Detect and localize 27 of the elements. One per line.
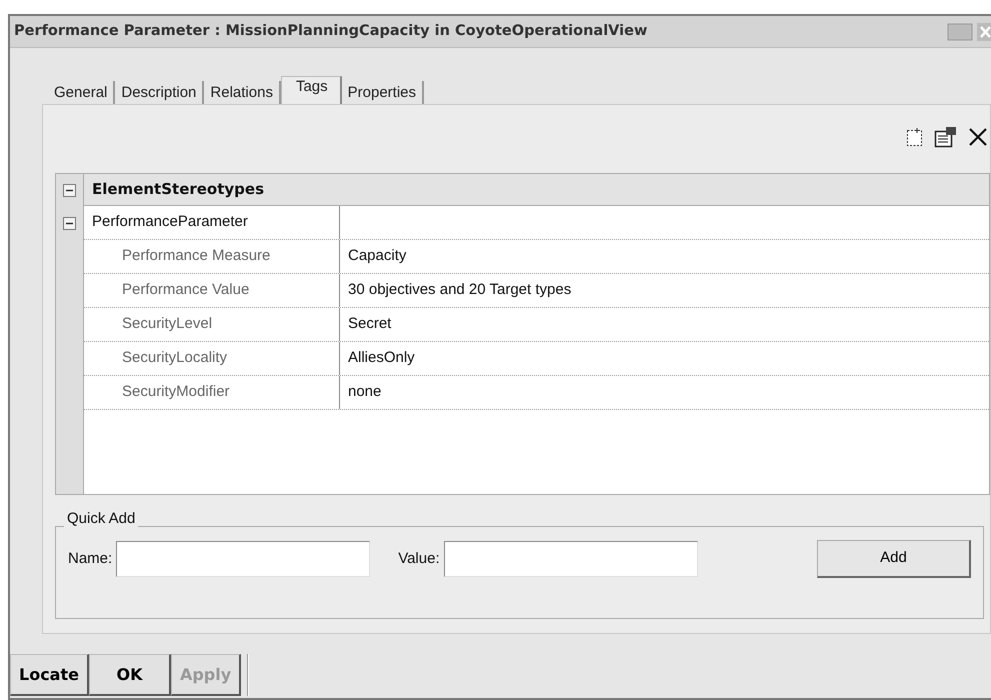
property-name: SecurityLevel [84, 308, 340, 341]
group-label: Quick Add [66, 511, 136, 526]
property-name: SecurityLocality [84, 342, 340, 375]
property-name: Performance Value [84, 274, 340, 307]
tab[interactable]: Tags [280, 76, 342, 104]
property-value[interactable]: 30 objectives and 20 Target types [340, 274, 989, 307]
footer-button[interactable]: Locate [10, 654, 89, 696]
group-name: PerformanceParameter [84, 206, 340, 239]
property-name: SecurityModifier [84, 376, 340, 409]
window-title: Performance Parameter : MissionPlanningCapacity in CoyoteOperationalView [14, 22, 648, 41]
collapse-icon[interactable] [63, 216, 76, 230]
category-header: ElementStereotypes [84, 174, 989, 206]
property-name: Performance Measure [84, 240, 340, 273]
value-field[interactable] [444, 541, 698, 577]
footer-button[interactable]: OK [88, 654, 171, 696]
properties-icon[interactable] [934, 126, 958, 148]
new-tag-icon[interactable] [906, 127, 924, 147]
collapse-icon[interactable] [63, 184, 76, 196]
property-value[interactable]: AlliesOnly [340, 342, 989, 375]
add-button[interactable]: Add [817, 540, 971, 578]
property-value[interactable]: Capacity [340, 240, 989, 273]
property-value[interactable]: Secret [340, 308, 989, 341]
property-value[interactable]: none [340, 376, 989, 409]
name-field[interactable] [116, 541, 370, 577]
value-label: Value: [398, 548, 440, 569]
delete-icon[interactable] [968, 127, 988, 147]
name-label: Name: [68, 548, 112, 569]
